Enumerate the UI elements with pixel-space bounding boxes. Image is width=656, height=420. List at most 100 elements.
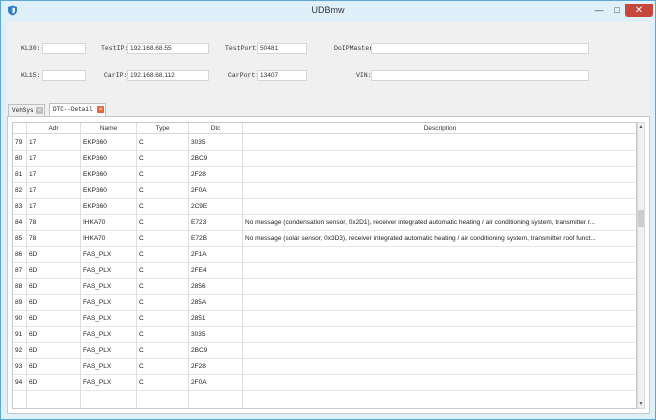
tab-dtc-detail-close-icon[interactable]: × [97,106,104,113]
cell-type: C [139,139,144,146]
cell-dtc: 2F28 [191,363,206,370]
table-row[interactable]: 80 17 EKP360 C 2BC9 [13,151,636,167]
cell-type: C [139,203,144,210]
column-divider [26,123,27,408]
testport-field[interactable]: 50481 [257,43,307,54]
table-row[interactable]: 91 6D FAS_PLX C 3035 [13,327,636,343]
table-row[interactable]: 82 17 EKP360 C 2F0A [13,183,636,199]
cell-adr: 6D [29,299,38,306]
carip-field[interactable]: 192.168.68.112 [127,70,209,81]
cell-type: C [139,235,144,242]
kl30-field[interactable] [42,43,86,54]
cell-description [243,279,636,295]
maximize-icon[interactable]: □ [610,4,624,17]
column-divider [242,123,243,408]
cell-dtc: 2F28 [191,171,206,178]
cell-name: FAS_PLX [83,363,112,370]
kl15-field[interactable] [42,70,86,81]
cell-type: C [139,219,144,226]
table-row[interactable]: 81 17 EKP360 C 2F28 [13,167,636,183]
table-row[interactable]: 94 6D FAS_PLX C 2F0A [13,375,636,391]
vin-field[interactable] [371,70,589,81]
cell-dtc: 2C9E [191,203,208,210]
cell-description [243,247,636,263]
table-row[interactable]: 88 6D FAS_PLX C 2856 [13,279,636,295]
cell-type: C [139,187,144,194]
column-header-name[interactable]: Name [81,123,137,134]
kl30-label: KL30: [21,45,41,52]
cell-dtc: 2F0A [191,187,207,194]
table-row[interactable]: 93 6D FAS_PLX C 2F28 [13,359,636,375]
column-header-adr[interactable]: Adr [27,123,81,134]
cell-type: C [139,171,144,178]
table-row[interactable]: 84 78 IHKA70 C E723 No message (condensation … [13,215,636,231]
cell-row-number: 79 [15,139,23,146]
cell-row-number: 94 [15,379,23,386]
cell-adr: 6D [29,315,38,322]
testport-label: TestPort: [225,45,261,52]
column-divider [188,123,189,408]
scroll-up-icon[interactable]: ▲ [638,123,644,131]
column-divider [80,123,81,408]
cell-row-number: 87 [15,267,23,274]
cell-row-number: 82 [15,187,23,194]
cell-row-number: 88 [15,283,23,290]
cell-description [243,199,636,215]
cell-dtc: 2856 [191,283,206,290]
testip-field[interactable]: 192.168.68.55 [127,43,209,54]
column-header-dtc[interactable]: Dtc [189,123,243,134]
cell-adr: 6D [29,283,38,290]
cell-name: IHKA70 [83,219,106,226]
cell-adr: 6D [29,267,38,274]
cell-description [243,375,636,391]
vin-label: VIN: [356,72,372,79]
column-header-type[interactable]: Type [137,123,189,134]
tab-vehsys-close-icon[interactable]: × [36,107,43,114]
column-header-description[interactable]: Description [243,123,636,134]
minimize-icon[interactable]: — [592,4,606,17]
cell-name: EKP360 [83,203,107,210]
table-row[interactable]: 85 78 IHKA70 C E72B No message (solar sensor,… [13,231,636,247]
table-row[interactable]: 90 6D FAS_PLX C 2851 [13,311,636,327]
cell-adr: 17 [29,171,37,178]
doipmaster-field[interactable] [371,43,589,54]
scroll-thumb[interactable] [638,210,644,227]
cell-adr: 17 [29,187,37,194]
title-bar[interactable]: UDBmw — □ ✕ [1,1,655,21]
vertical-scrollbar[interactable]: ▲ ▼ [637,122,645,409]
cell-adr: 6D [29,251,38,258]
cell-row-number: 85 [15,235,23,242]
cell-name: IHKA70 [83,235,106,242]
table-row[interactable]: 86 6D FAS_PLX C 2F1A [13,247,636,263]
cell-description [243,135,636,151]
cell-dtc: 2FE4 [191,267,207,274]
column-header-row-number[interactable] [13,123,27,134]
cell-type: C [139,267,144,274]
cell-dtc: 2851 [191,315,206,322]
cell-type: C [139,363,144,370]
carport-field[interactable]: 13407 [257,70,307,81]
cell-type: C [139,347,144,354]
testip-label: TestIP: [101,45,129,52]
cell-type: C [139,155,144,162]
table-row[interactable]: 87 6D FAS_PLX C 2FE4 [13,263,636,279]
table-row[interactable]: 89 6D FAS_PLX C 285A [13,295,636,311]
tab-vehsys[interactable]: VehSys × [8,104,45,116]
cell-description: No message (solar sensor, 0x3D3), receiv… [245,235,596,242]
tab-dtc-detail-label: DTC--Detail [53,106,93,113]
cell-name: FAS_PLX [83,299,112,306]
cell-dtc: E723 [191,219,207,226]
cell-type: C [139,283,144,290]
app-window: UDBmw — □ ✕ KL30: TestIP: 192.168.68.55 … [0,0,656,420]
cell-type: C [139,251,144,258]
scroll-down-icon[interactable]: ▼ [638,400,644,408]
table-row[interactable]: 83 17 EKP360 C 2C9E [13,199,636,215]
table-row[interactable]: 92 6D FAS_PLX C 2BC9 [13,343,636,359]
table-row[interactable]: 79 17 EKP360 C 3035 [13,135,636,151]
cell-name: FAS_PLX [83,283,112,290]
cell-name: FAS_PLX [83,267,112,274]
cell-adr: 6D [29,331,38,338]
cell-dtc: 2BC9 [191,155,208,162]
close-icon[interactable]: ✕ [625,4,653,17]
tab-dtc-detail[interactable]: DTC--Detail × [49,103,106,116]
